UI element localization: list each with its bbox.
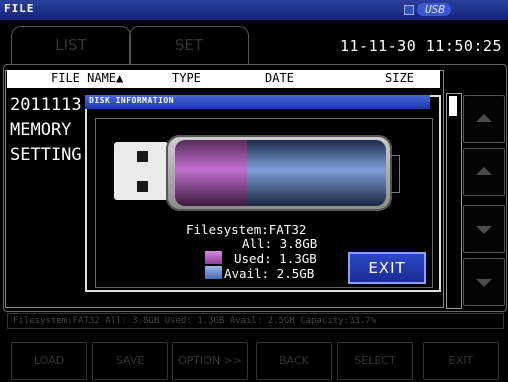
scroll-down-button[interactable] [463, 205, 505, 253]
filesystem-label: Filesystem:FAT32 [186, 222, 307, 237]
list-item[interactable]: MEMORY [10, 120, 71, 140]
window-title: FILE [4, 2, 35, 15]
tab-list[interactable]: LIST [11, 26, 131, 65]
used-capacity: Used: 1.3GB [234, 251, 317, 266]
scrollbar-thumb[interactable] [449, 96, 457, 116]
option-button[interactable]: OPTION >> [172, 342, 248, 380]
tab-set[interactable]: SET [129, 26, 249, 65]
list-item[interactable]: SETTING [10, 145, 82, 165]
column-file-name[interactable]: FILE NAME▲ [51, 71, 123, 85]
page-up-button[interactable] [463, 95, 505, 143]
avail-capacity: Avail: 2.5GB [224, 266, 315, 281]
used-legend-swatch [205, 251, 222, 264]
back-button[interactable]: BACK [256, 342, 332, 380]
footer-exit-button[interactable]: EXIT [423, 342, 499, 380]
usb-label: USB [417, 3, 451, 16]
arrow-up-icon [476, 114, 492, 122]
avail-legend-swatch [205, 266, 222, 279]
scroll-up-button[interactable] [463, 148, 505, 196]
connector-hole [137, 151, 148, 162]
list-scrollbar[interactable] [446, 93, 462, 309]
usb-indicator: USB [404, 3, 451, 16]
list-item[interactable]: 2011113( [10, 95, 92, 115]
column-type[interactable]: TYPE [172, 71, 201, 85]
column-size[interactable]: SIZE [385, 71, 414, 85]
used-capacity-bar [175, 140, 247, 206]
clock: 11-11-30 11:50:25 [340, 37, 503, 55]
dialog-title-bar: DISK INFORMATION [85, 95, 430, 109]
drive-cap [391, 155, 400, 193]
dialog-title: DISK INFORMATION [89, 96, 175, 105]
save-button[interactable]: SAVE [92, 342, 168, 380]
dialog-exit-button[interactable]: EXIT [348, 252, 426, 284]
available-capacity-bar [247, 140, 386, 206]
arrow-down-icon [476, 279, 492, 287]
connector-hole [137, 181, 148, 192]
page-down-button[interactable] [463, 258, 505, 306]
select-button[interactable]: SELECT [337, 342, 413, 380]
all-capacity: All: 3.8GB [242, 236, 318, 251]
file-list-header: FILE NAME▲ TYPE DATE SIZE [7, 70, 440, 88]
arrow-up-icon [476, 167, 492, 175]
title-bar: FILE USB [0, 0, 508, 20]
column-date[interactable]: DATE [265, 71, 294, 85]
load-button[interactable]: LOAD [11, 342, 87, 380]
status-line: Filesystem:FAT32 All: 3.8GB Used: 1.3GB … [7, 313, 504, 329]
arrow-down-icon [476, 226, 492, 234]
usb-drive-icon [404, 4, 414, 15]
